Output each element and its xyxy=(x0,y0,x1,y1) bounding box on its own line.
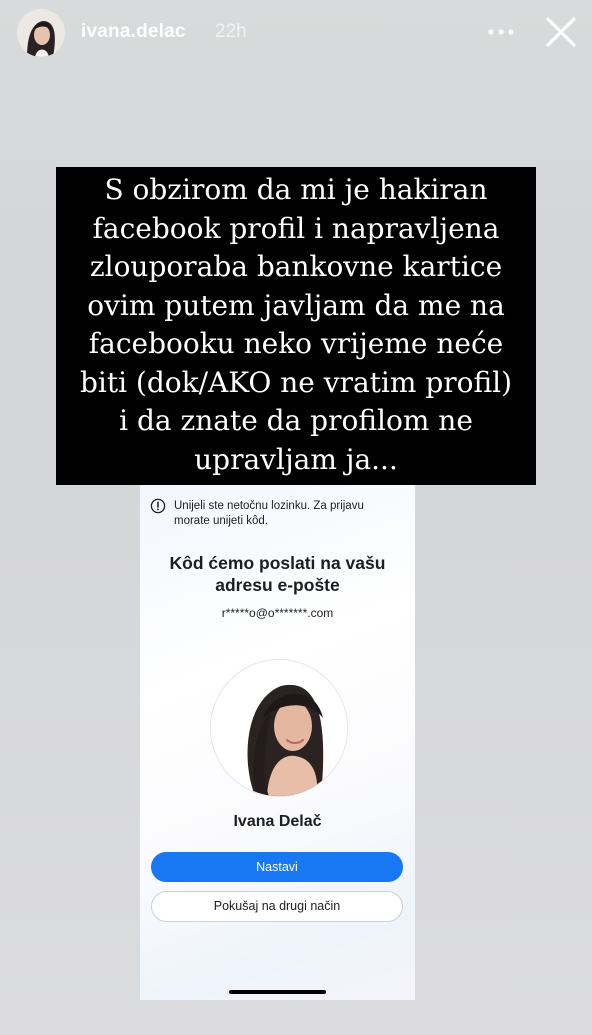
story-header: ivana.delac 22h xyxy=(0,0,592,64)
caption-line: i da znate da profilom ne xyxy=(119,404,473,437)
caption-line: ovim putem javljam da me na xyxy=(87,288,505,322)
caption-line: facebooku neko vrijeme neće xyxy=(88,327,504,360)
avatar[interactable] xyxy=(17,9,65,57)
info-circle-icon xyxy=(150,498,166,514)
alert-line: morate unijeti kôd. xyxy=(174,515,268,527)
story-caption: S obzirom da mi je hakiran facebook prof… xyxy=(56,167,536,485)
caption-line: biti (dok/AKO ne vratim profil) xyxy=(79,365,513,399)
story-time: 22h xyxy=(215,21,247,42)
caption-line: zlouporaba bankovne kartice xyxy=(89,250,503,283)
title-line: adresu e-pošte xyxy=(215,575,340,595)
profile-photo xyxy=(210,659,348,797)
title-line: Kôd ćemo poslati na vašu xyxy=(169,553,386,573)
continue-button[interactable]: Nastavi xyxy=(151,852,403,882)
story-username[interactable]: ivana.delac xyxy=(81,21,186,43)
caption-line: facebook profil i napravljena xyxy=(92,211,500,245)
profile-avatar-icon xyxy=(17,9,65,57)
alert-line: Unijeli ste netočnu lozinku. Za prijavu xyxy=(174,500,364,512)
alert-text: Unijeli ste netočnu lozinku. Za prijavu … xyxy=(174,499,409,529)
caption-line: upravljam ja... xyxy=(194,442,398,476)
embedded-screenshot: Unijeli ste netočnu lozinku. Za prijavu … xyxy=(140,485,415,1000)
profile-photo-image xyxy=(211,660,347,796)
more-horizontal-icon[interactable] xyxy=(485,22,517,42)
home-indicator xyxy=(229,990,326,994)
profile-name: Ivana Delač xyxy=(233,813,322,830)
close-icon[interactable] xyxy=(543,14,579,50)
caption-line: S obzirom da mi je hakiran xyxy=(104,173,488,206)
masked-email: r*****o@o*******.com xyxy=(221,606,334,620)
page-title: Kôd ćemo poslati na vašu adresu e-pošte xyxy=(140,552,415,596)
try-another-way-button[interactable]: Pokušaj na drugi način xyxy=(151,891,403,922)
